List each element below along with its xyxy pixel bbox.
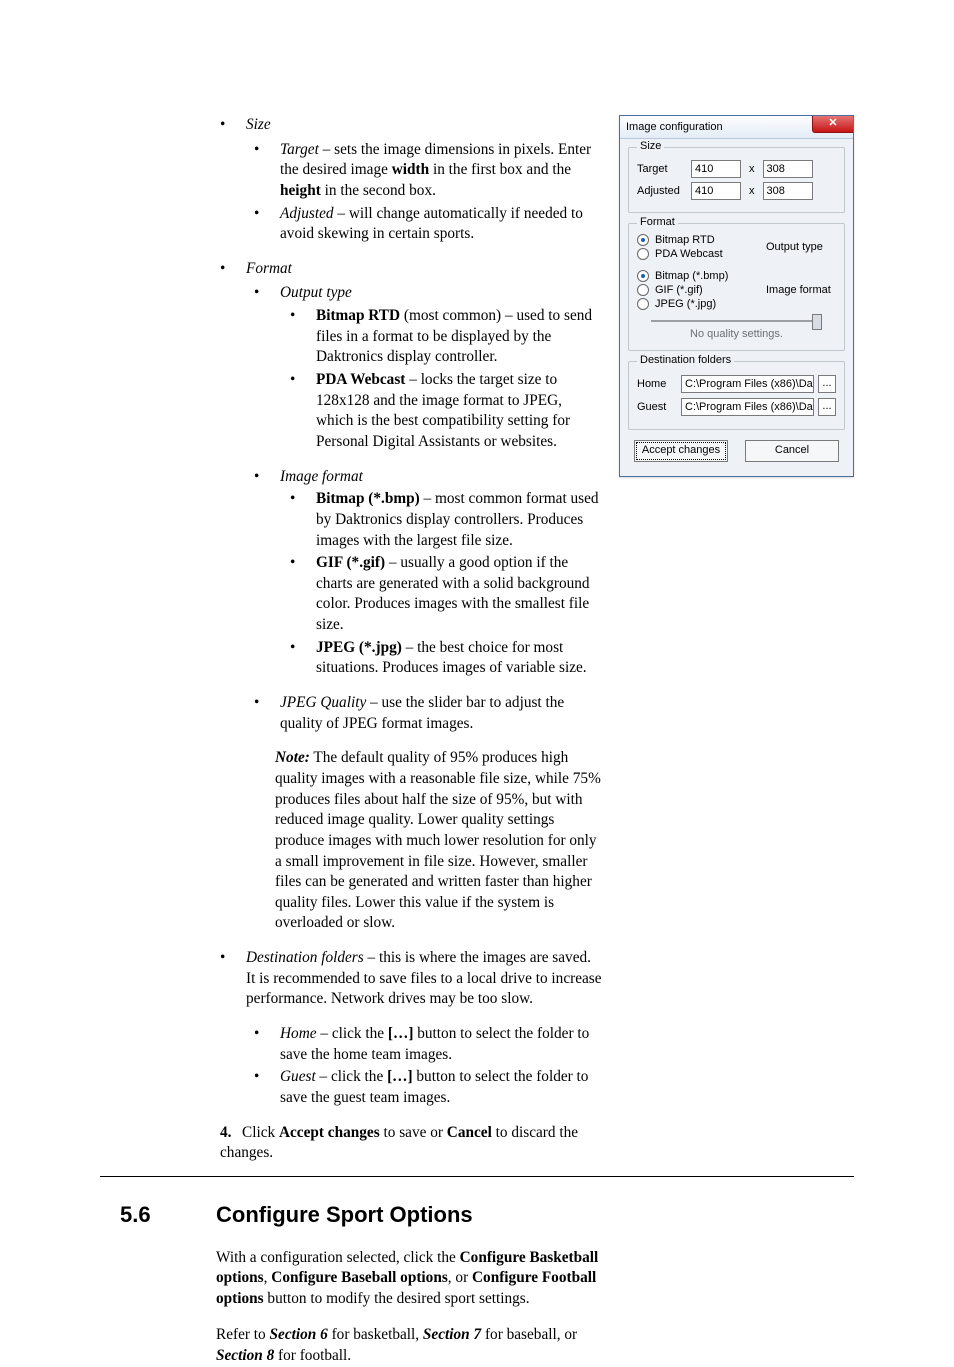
radio-icon	[637, 248, 649, 260]
dialog-titlebar[interactable]: Image configuration ✕	[620, 116, 853, 139]
section-5-6-body: With a configuration selected, click the…	[216, 1248, 603, 1367]
image-format-bmp-radio[interactable]: Bitmap (*.bmp)	[637, 270, 766, 282]
destination-folders-group: Destination folders Home C:\Program File…	[628, 361, 845, 430]
bmp-item: Bitmap (*.bmp) – most common format used…	[290, 489, 603, 551]
radio-label: Bitmap (*.bmp)	[655, 270, 728, 282]
guest-folder-input[interactable]: C:\Program Files (x86)\Daktron	[681, 398, 814, 416]
accept-changes-button[interactable]: Accept changes	[634, 440, 728, 462]
target-label: Target	[637, 163, 691, 175]
home-folder-label: Home	[637, 378, 681, 390]
jpeg-quality-item: JPEG Quality – use the slider bar to adj…	[254, 693, 603, 734]
size-heading: Size	[220, 115, 603, 136]
output-type-pda-radio[interactable]: PDA Webcast	[637, 248, 766, 260]
image-format-gif-radio[interactable]: GIF (*.gif)	[637, 284, 766, 296]
note-paragraph: Note: The default quality of 95% produce…	[275, 748, 603, 934]
radio-icon	[637, 284, 649, 296]
target-width-input[interactable]: 410	[691, 160, 741, 178]
bitmap-rtd-item: Bitmap RTD (most common) – used to send …	[290, 306, 603, 368]
slider-thumb-icon	[812, 314, 822, 330]
target-x: x	[749, 163, 755, 175]
no-quality-label: No quality settings.	[637, 328, 836, 340]
adjusted-height-input[interactable]: 308	[763, 182, 813, 200]
close-button[interactable]: ✕	[812, 116, 853, 133]
size-group: Size Target 410 x 308 Adjusted 410 x 308	[628, 147, 845, 213]
adjusted-label: Adjusted	[637, 185, 691, 197]
format-group: Format Bitmap RTD PDA Webcast	[628, 223, 845, 351]
cancel-button[interactable]: Cancel	[745, 440, 839, 462]
output-type-label: Output type	[766, 241, 836, 253]
destination-folders-item: Destination folders – this is where the …	[220, 948, 603, 1010]
radio-icon	[637, 234, 649, 246]
document-body: Size Target – sets the image dimensions …	[120, 115, 603, 1367]
destination-legend: Destination folders	[637, 354, 734, 366]
radio-icon	[637, 270, 649, 282]
dialog-title: Image configuration	[626, 121, 723, 133]
radio-label: PDA Webcast	[655, 248, 723, 260]
home-folder-input[interactable]: C:\Program Files (x86)\Daktron	[681, 375, 814, 393]
gif-item: GIF (*.gif) – usually a good option if t…	[290, 553, 603, 636]
home-item: Home – click the […] button to select th…	[254, 1024, 603, 1065]
image-format-heading: Image format	[254, 467, 603, 488]
adjusted-width-input[interactable]: 410	[691, 182, 741, 200]
radio-label: Bitmap RTD	[655, 234, 715, 246]
guest-item: Guest – click the […] button to select t…	[254, 1067, 603, 1108]
jpeg-quality-slider[interactable]	[651, 320, 822, 322]
image-format-label: Image format	[766, 284, 836, 296]
step-4: 4.Click Accept changes to save or Cancel…	[220, 1123, 603, 1164]
close-icon: ✕	[828, 117, 837, 129]
section-5-6-heading: 5.6Configure Sport Options	[120, 1200, 603, 1230]
footer-rule	[100, 1176, 854, 1177]
output-type-heading: Output type	[254, 283, 603, 304]
adjusted-x: x	[749, 185, 755, 197]
target-height-input[interactable]: 308	[763, 160, 813, 178]
guest-folder-label: Guest	[637, 401, 681, 413]
output-type-bitmap-rtd-radio[interactable]: Bitmap RTD	[637, 234, 766, 246]
radio-icon	[637, 298, 649, 310]
size-legend: Size	[637, 140, 664, 152]
jpeg-item: JPEG (*.jpg) – the best choice for most …	[290, 638, 603, 679]
adjusted-item: Adjusted – will change automatically if …	[254, 204, 603, 245]
home-browse-button[interactable]: ...	[818, 375, 836, 393]
image-configuration-dialog: Image configuration ✕ Size Target 410 x …	[619, 115, 854, 477]
image-format-jpeg-radio[interactable]: JPEG (*.jpg)	[637, 298, 766, 310]
pda-webcast-item: PDA Webcast – locks the target size to 1…	[290, 370, 603, 453]
radio-label: JPEG (*.jpg)	[655, 298, 716, 310]
radio-label: GIF (*.gif)	[655, 284, 703, 296]
format-legend: Format	[637, 216, 678, 228]
format-heading: Format	[220, 259, 603, 280]
target-item: Target – sets the image dimensions in pi…	[254, 140, 603, 202]
guest-browse-button[interactable]: ...	[818, 398, 836, 416]
